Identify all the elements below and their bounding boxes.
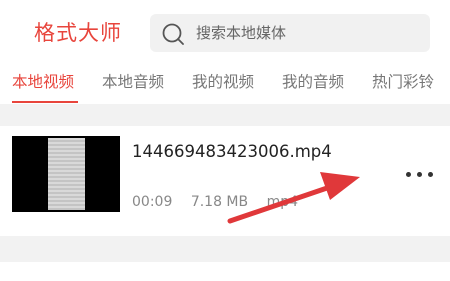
- section-divider: [0, 236, 450, 262]
- active-tab-indicator: [12, 101, 78, 103]
- tab-hot-ringtone[interactable]: 热门彩铃: [372, 70, 434, 94]
- search-icon: [162, 23, 184, 45]
- file-format: mp4: [266, 194, 299, 210]
- file-name: 144669483423006.mp4: [132, 142, 332, 161]
- tab-my-audio[interactable]: 我的音频: [282, 70, 344, 94]
- tab-my-video[interactable]: 我的视频: [192, 70, 254, 94]
- more-options-icon: [417, 172, 422, 177]
- top-bar: 格式大师 搜索本地媒体: [0, 0, 450, 62]
- more-options-icon: [406, 172, 411, 177]
- tab-local-audio[interactable]: 本地音频: [102, 70, 164, 94]
- media-list-item[interactable]: 144669483423006.mp4 00:09 7.18 MB mp4: [0, 126, 450, 236]
- file-size: 7.18 MB: [190, 194, 249, 210]
- app-title: 格式大师: [34, 21, 122, 45]
- tab-bar: 本地视频 本地音频 我的视频 我的音频 热门彩铃: [0, 62, 450, 104]
- search-placeholder: 搜索本地媒体: [196, 24, 287, 42]
- more-options-button[interactable]: [402, 162, 440, 186]
- file-meta: 00:09 7.18 MB mp4: [132, 192, 312, 212]
- list-footer: [0, 262, 450, 281]
- tab-local-video[interactable]: 本地视频: [12, 70, 74, 94]
- thumbnail-image: [48, 138, 85, 210]
- video-thumbnail[interactable]: [12, 136, 120, 212]
- section-divider: [0, 104, 450, 126]
- file-duration: 00:09: [132, 194, 173, 210]
- more-options-icon: [428, 172, 433, 177]
- search-input[interactable]: 搜索本地媒体: [150, 14, 430, 52]
